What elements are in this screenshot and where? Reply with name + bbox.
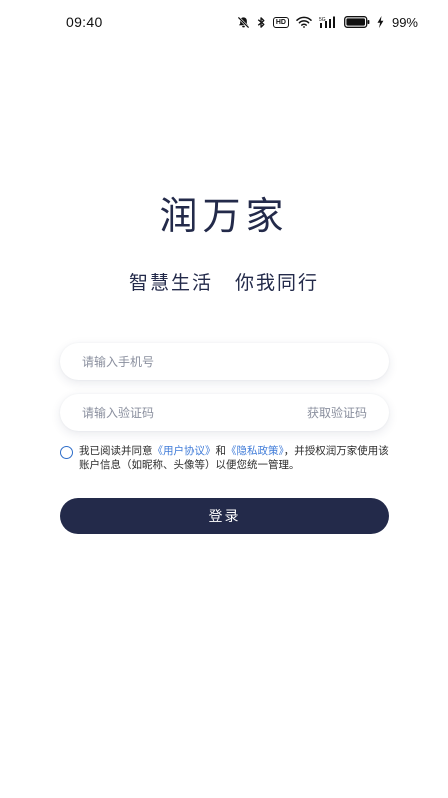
mute-icon bbox=[237, 16, 250, 29]
verification-code-input[interactable] bbox=[82, 405, 307, 420]
agreement-radio[interactable] bbox=[60, 446, 73, 459]
agreement: 我已阅读并同意《用户协议》和《隐私政策》，并授权润万家使用该账户信息（如昵称、头… bbox=[60, 444, 390, 472]
app-title: 润万家 bbox=[159, 194, 289, 238]
get-code-button[interactable]: 获取验证码 bbox=[307, 404, 367, 421]
user-agreement-link[interactable]: 《用户协议》 bbox=[153, 445, 216, 457]
login-button[interactable]: 登录 bbox=[60, 498, 389, 534]
signal-icon: 5G bbox=[319, 16, 337, 28]
agreement-prefix: 我已阅读并同意 bbox=[79, 445, 153, 457]
hd-icon: HD bbox=[272, 16, 289, 28]
battery-percent: 99% bbox=[391, 14, 418, 30]
battery-icon bbox=[344, 16, 370, 28]
status-bar: 09:40 HD 5G 99% bbox=[0, 0, 448, 44]
status-time: 09:40 bbox=[66, 14, 103, 30]
wifi-icon bbox=[296, 16, 312, 28]
charging-icon bbox=[377, 16, 384, 28]
phone-input-row bbox=[60, 343, 389, 380]
code-input-row: 获取验证码 bbox=[60, 394, 389, 431]
bluetooth-icon bbox=[257, 16, 266, 29]
svg-text:5G: 5G bbox=[319, 17, 326, 23]
agreement-text: 我已阅读并同意《用户协议》和《隐私政策》，并授权润万家使用该账户信息（如昵称、头… bbox=[79, 444, 390, 472]
privacy-policy-link[interactable]: 《隐私政策》 bbox=[226, 445, 284, 457]
status-icons: HD 5G 99% bbox=[237, 15, 418, 30]
agreement-and: 和 bbox=[215, 445, 227, 457]
app-slogan: 智慧生活 你我同行 bbox=[128, 272, 320, 294]
phone-input[interactable] bbox=[82, 354, 367, 369]
